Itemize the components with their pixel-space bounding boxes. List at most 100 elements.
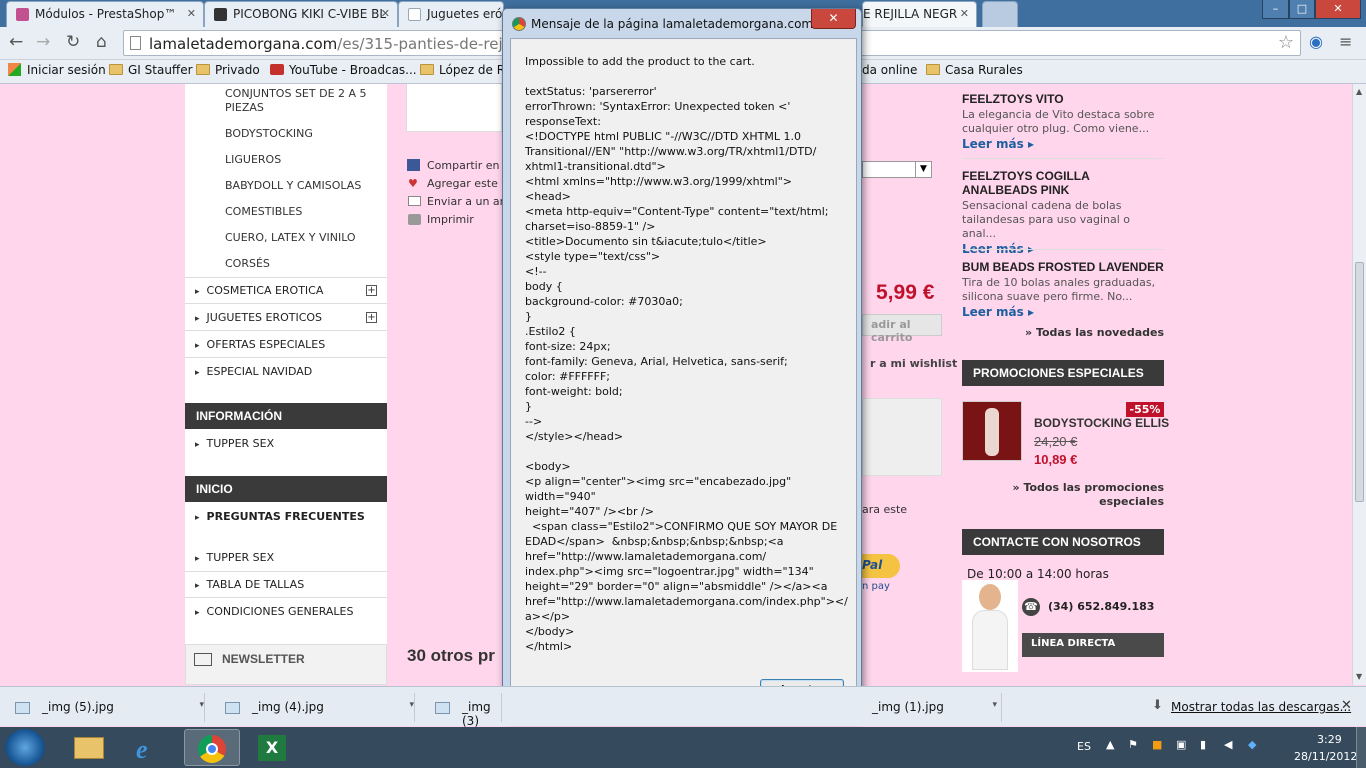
subcat-cuero[interactable]: CUERO, LATEX Y VINILO [225, 231, 356, 244]
send-friend-link[interactable]: Enviar a un ami [427, 195, 513, 208]
scroll-down-icon[interactable]: ▼ [1356, 672, 1362, 681]
vertical-scrollbar[interactable]: ▲ ▼ [1352, 84, 1366, 685]
product-title[interactable]: FEELZTOYS VITO [962, 92, 1164, 106]
all-promo-link[interactable]: » Todos las promociones especiales [1010, 481, 1164, 509]
add-link[interactable]: Agregar este p [427, 177, 508, 190]
bookmark-lopez[interactable]: López de Re [420, 63, 512, 77]
read-more-link[interactable]: Leer más ▸ [962, 305, 1164, 319]
cat-juguetes[interactable]: JUGUETES EROTICOS [195, 311, 323, 324]
subcat-comestibles[interactable]: COMESTIBLES [225, 205, 302, 218]
tab-prestashop[interactable]: Módulos - PrestaShop™ ✕ [6, 1, 204, 27]
inicio-preguntas[interactable]: PREGUNTAS FRECUENTES [195, 510, 365, 523]
explorer-taskbar-button[interactable] [62, 729, 118, 766]
show-all-downloads-link[interactable]: Mostrar todas las descargas... [1171, 700, 1351, 714]
bookmark-privado[interactable]: Privado [196, 63, 260, 77]
forward-arrow-icon[interactable]: → [36, 32, 50, 52]
ie-taskbar-button[interactable]: e [122, 729, 178, 766]
add-to-cart-button[interactable]: adir al carrito [862, 314, 942, 344]
cat-cosmetica[interactable]: COSMETICA EROTICA [195, 284, 324, 297]
promo-header: PROMOCIONES ESPECIALES [962, 360, 1164, 386]
expand-plus-icon[interactable]: + [366, 285, 377, 296]
expand-plus-icon[interactable]: + [366, 312, 377, 323]
dropbox-icon[interactable]: ◆ [1248, 738, 1256, 751]
tab-close-icon[interactable]: ✕ [960, 7, 969, 20]
network-signal-icon[interactable]: ▮ [1200, 738, 1206, 751]
back-arrow-icon[interactable]: ← [9, 32, 23, 52]
bookmark-iniciar-sesion[interactable]: Iniciar sesión [8, 63, 106, 77]
subcat-babydoll[interactable]: BABYDOLL Y CAMISOLAS [225, 179, 361, 192]
bookmark-gi-stauffer[interactable]: GI Stauffer [109, 63, 193, 77]
close-downloads-icon[interactable]: ✕ [1341, 698, 1352, 713]
flag-icon[interactable]: ⚑ [1128, 738, 1138, 751]
product-title[interactable]: FEELZTOYS COGILLA ANALBEADS PINK [962, 169, 1164, 197]
subcat-corses[interactable]: CORSÉS [225, 257, 270, 270]
tab-title: PICOBONG KIKI C-VIBE BL [233, 7, 387, 21]
tray-arrow-icon[interactable]: ▲ [1106, 738, 1114, 751]
right-product-cogilla: FEELZTOYS COGILLA ANALBEADS PINK Sensaci… [962, 169, 1164, 256]
tab-juguetes[interactable]: Juguetes erótic [398, 1, 504, 27]
folder-icon [109, 64, 123, 75]
pay-text: n pay [862, 581, 890, 592]
extension-icon[interactable]: ◉ [1309, 32, 1323, 51]
tab-picobong[interactable]: PICOBONG KIKI C-VIBE BL ✕ [204, 1, 398, 27]
clock-time[interactable]: 3:29 [1317, 733, 1342, 746]
direct-line-button[interactable]: LÍNEA DIRECTA [1022, 633, 1164, 657]
dialog-close-button[interactable]: ✕ [811, 9, 856, 29]
download-item[interactable]: _img (5).jpg ▾ [0, 693, 205, 722]
clock-date[interactable]: 28/11/2012 [1294, 750, 1357, 763]
read-more-link[interactable]: Leer más ▸ [962, 137, 1164, 151]
model-figure [985, 408, 999, 456]
bookmark-youtube[interactable]: YouTube - Broadcas... [270, 63, 417, 77]
chevron-down-icon[interactable]: ▾ [409, 700, 414, 710]
close-window-button[interactable]: ✕ [1315, 0, 1361, 19]
youtube-icon [270, 64, 284, 75]
bookmark-star-icon[interactable]: ☆ [1278, 32, 1294, 53]
subcat-ligueros[interactable]: LIGUEROS [225, 153, 281, 166]
show-desktop-button[interactable] [1356, 727, 1366, 768]
start-button[interactable] [5, 729, 45, 766]
promo-product-image[interactable] [962, 401, 1022, 461]
alert-dialog: Mensaje de la página lamaletademorgana.c… [502, 8, 862, 720]
cat-ofertas[interactable]: OFERTAS ESPECIALES [195, 338, 326, 351]
promo-product-name[interactable]: BODYSTOCKING ELLIS [1034, 416, 1169, 430]
subcat-bodystocking[interactable]: BODYSTOCKING [225, 127, 313, 140]
bookmark-label: Privado [215, 63, 260, 77]
print-link[interactable]: Imprimir [427, 213, 474, 226]
bookmark-casa-rurales[interactable]: Casa Rurales [926, 63, 1023, 77]
subcat-conjuntos[interactable]: CONJUNTOS SET DE 2 A 5 PIEZAS [225, 87, 375, 115]
device-icon[interactable]: ▣ [1176, 738, 1186, 751]
inicio-tabla-tallas[interactable]: TABLA DE TALLAS [195, 578, 305, 591]
wishlist-link[interactable]: r a mi wishlist [870, 357, 957, 370]
tab-active-panties[interactable]: E REJILLA NEGR ✕ [862, 1, 977, 27]
chevron-down-icon[interactable]: ▾ [199, 700, 204, 710]
maximize-button[interactable]: □ [1289, 0, 1315, 19]
minimize-button[interactable]: – [1262, 0, 1289, 19]
all-new-link[interactable]: » Todas las novedades [962, 326, 1164, 339]
update-icon[interactable]: ■ [1152, 738, 1162, 751]
download-item[interactable]: _img (4).jpg ▾ [210, 693, 415, 722]
scroll-thumb[interactable] [1355, 262, 1364, 502]
language-indicator[interactable]: ES [1077, 740, 1091, 753]
inicio-tupper-sex[interactable]: TUPPER SEX [195, 551, 275, 564]
scroll-up-icon[interactable]: ▲ [1356, 87, 1362, 96]
tab-close-icon[interactable]: ✕ [381, 7, 390, 20]
download-item[interactable]: _img (1).jpg ▾ [862, 693, 1002, 722]
info-tupper-sex[interactable]: TUPPER SEX [195, 437, 275, 450]
product-title[interactable]: BUM BEADS FROSTED LAVENDER [962, 260, 1164, 274]
tab-close-icon[interactable]: ✕ [187, 7, 196, 20]
bookmark-online[interactable]: da online [862, 63, 917, 77]
home-icon[interactable]: ⌂ [96, 32, 107, 52]
excel-taskbar-button[interactable]: X [244, 729, 300, 766]
paypal-button[interactable]: Pal [862, 554, 900, 578]
volume-icon[interactable]: ◀ [1224, 738, 1232, 751]
chrome-taskbar-button[interactable] [184, 729, 240, 766]
chevron-down-icon[interactable]: ▾ [992, 700, 997, 710]
right-product-vito: FEELZTOYS VITO La elegancia de Vito dest… [962, 92, 1164, 151]
inicio-condiciones[interactable]: CONDICIONES GENERALES [195, 605, 354, 618]
new-tab-button[interactable] [982, 1, 1018, 27]
wrench-menu-icon[interactable]: ≡ [1339, 32, 1352, 51]
reload-icon[interactable]: ↻ [66, 32, 80, 52]
cat-navidad[interactable]: ESPECIAL NAVIDAD [195, 365, 313, 378]
download-item[interactable]: _img (3) [420, 693, 502, 728]
variant-select[interactable]: ▼ [862, 161, 932, 178]
